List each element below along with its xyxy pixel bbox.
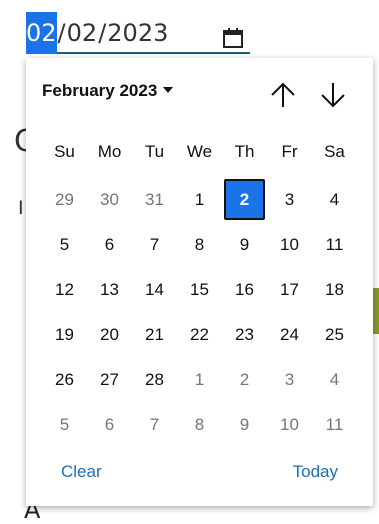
weekday-label: Su — [54, 142, 75, 161]
other-month-day-cell[interactable]: 5 — [42, 402, 87, 447]
day-cell[interactable]: 7 — [132, 222, 177, 267]
day-cell[interactable]: 9 — [222, 222, 267, 267]
day-cell[interactable]: 17 — [267, 267, 312, 312]
day-cell[interactable]: 20 — [87, 312, 132, 357]
other-month-day-cell[interactable]: 31 — [132, 177, 177, 222]
day-cell[interactable]: 16 — [222, 267, 267, 312]
weekday-label: Sa — [324, 142, 345, 161]
other-month-day-cell[interactable]: 3 — [267, 357, 312, 402]
weekday-header: Su Mo Tu We Th Fr Sa — [42, 142, 357, 166]
other-month-day-cell[interactable]: 30 — [87, 177, 132, 222]
day-cell[interactable]: 12 — [42, 267, 87, 312]
day-cell[interactable]: 22 — [177, 312, 222, 357]
day-grid: 29 30 31 1 2 3 4 5 6 7 8 9 10 11 12 13 14 15 16 17 18 19 20 21 2… — [42, 177, 357, 447]
other-month-day-cell[interactable]: 7 — [132, 402, 177, 447]
day-cell[interactable]: 19 — [42, 312, 87, 357]
date-picker-popup: February 2023 Su Mo Tu We Th Fr Sa 29 30 3… — [26, 58, 373, 506]
other-month-day-cell[interactable]: 9 — [222, 402, 267, 447]
arrow-up-icon[interactable] — [268, 80, 298, 110]
day-cell[interactable]: 24 — [267, 312, 312, 357]
caret-down-icon — [163, 87, 174, 93]
day-cell[interactable]: 23 — [222, 312, 267, 357]
day-cell[interactable]: 18 — [312, 267, 357, 312]
today-button[interactable]: Today — [293, 462, 338, 482]
other-month-day-cell[interactable]: 6 — [87, 402, 132, 447]
weekday-label: Mo — [97, 142, 122, 161]
date-separator: / — [98, 19, 107, 47]
weekday-label: Fr — [281, 142, 298, 161]
date-day-segment[interactable]: 02 — [67, 12, 98, 54]
day-cell[interactable]: 25 — [312, 312, 357, 357]
day-cell[interactable]: 6 — [87, 222, 132, 267]
day-cell[interactable]: 11 — [312, 222, 357, 267]
selected-day-cell[interactable]: 2 — [224, 179, 265, 220]
month-year-label: February 2023 — [42, 81, 158, 100]
other-month-day-cell[interactable]: 8 — [177, 402, 222, 447]
clear-button[interactable]: Clear — [61, 462, 102, 482]
day-cell[interactable]: 26 — [42, 357, 87, 402]
other-month-day-cell[interactable]: 11 — [312, 402, 357, 447]
day-cell[interactable]: 28 — [132, 357, 177, 402]
other-month-day-cell[interactable]: 1 — [177, 357, 222, 402]
other-month-day-cell[interactable]: 4 — [312, 357, 357, 402]
day-cell[interactable]: 3 — [267, 177, 312, 222]
day-cell[interactable]: 8 — [177, 222, 222, 267]
day-cell[interactable]: 27 — [87, 357, 132, 402]
day-cell[interactable]: 21 — [132, 312, 177, 357]
date-input[interactable]: 02/02/2023 — [26, 12, 250, 54]
weekday-label: We — [186, 142, 213, 161]
day-cell[interactable]: 4 — [312, 177, 357, 222]
day-cell[interactable]: 1 — [177, 177, 222, 222]
date-separator: / — [57, 19, 66, 47]
background-accent-bar — [372, 288, 379, 334]
date-year-segment[interactable]: 2023 — [107, 12, 168, 54]
day-cell[interactable]: 13 — [87, 267, 132, 312]
other-month-day-cell[interactable]: 2 — [222, 357, 267, 402]
weekday-label: Th — [234, 142, 255, 161]
day-cell[interactable]: 5 — [42, 222, 87, 267]
day-cell[interactable]: 15 — [177, 267, 222, 312]
day-cell[interactable]: 14 — [132, 267, 177, 312]
weekday-label: Tu — [144, 142, 165, 161]
other-month-day-cell[interactable]: 10 — [267, 402, 312, 447]
day-cell[interactable]: 10 — [267, 222, 312, 267]
calendar-icon[interactable] — [221, 21, 245, 48]
month-year-selector[interactable]: February 2023 — [42, 81, 174, 101]
date-month-segment[interactable]: 02 — [26, 12, 57, 54]
other-month-day-cell[interactable]: 29 — [42, 177, 87, 222]
arrow-down-icon[interactable] — [318, 80, 348, 110]
background-text-fragment: I — [18, 197, 24, 219]
